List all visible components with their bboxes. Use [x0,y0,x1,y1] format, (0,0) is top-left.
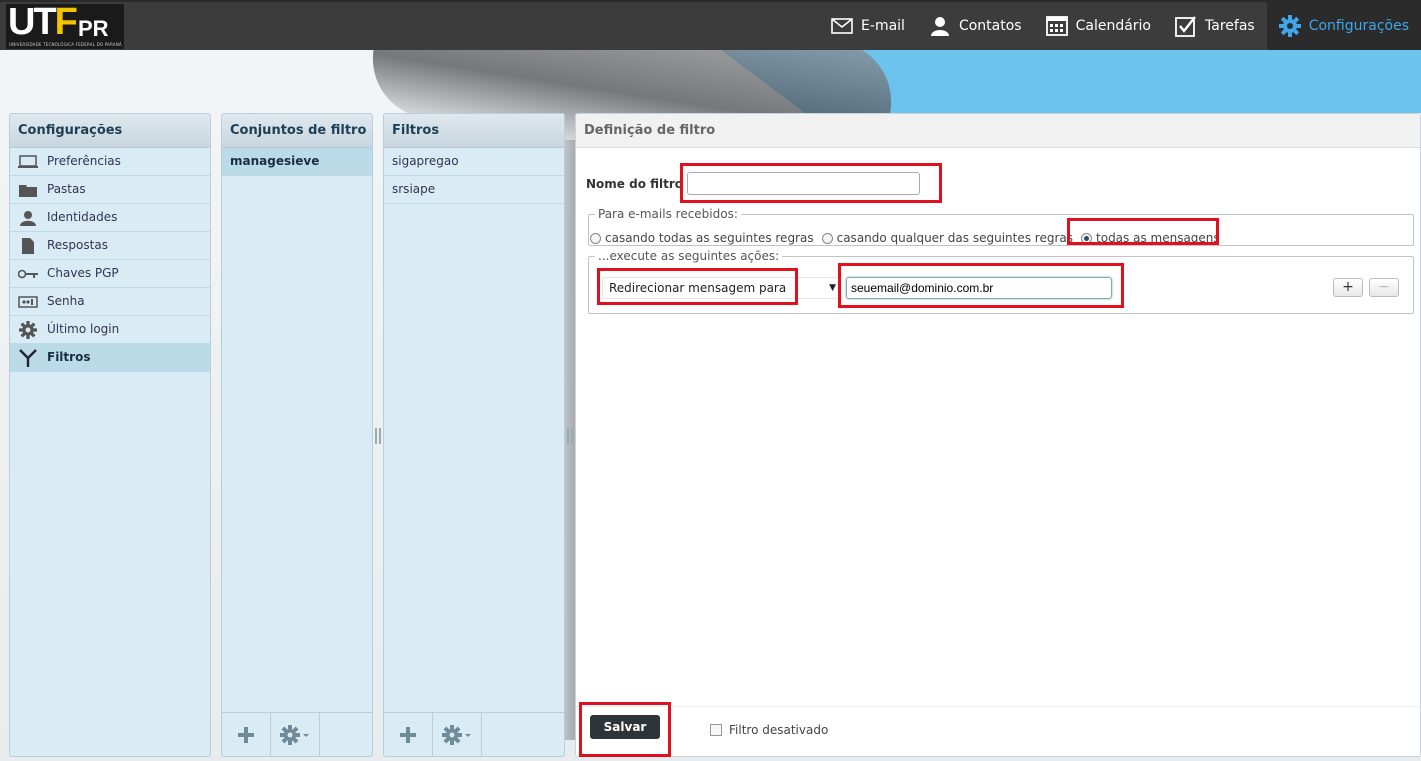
settings-item-respostas[interactable]: Respostas [10,232,210,260]
nav-email[interactable]: E-mail [819,2,917,50]
filter-form-footer: Salvar Filtro desativado [576,706,1420,756]
match-any-rules-radio[interactable]: casando qualquer das seguintes regras [821,231,1073,245]
envelope-icon [831,15,853,37]
filter-set-actions-button[interactable] [271,713,320,756]
document-icon [18,237,38,254]
actions-legend: ...execute as seguintes ações: [598,249,780,263]
logo-subtitle: UNIVERSIDADE TECNOLÓGICA FEDERAL DO PARA… [9,42,122,47]
folder-icon [18,182,38,198]
monitor-icon [18,154,38,170]
filter-icon [18,348,38,367]
panel-splitter[interactable] [375,428,381,444]
redirect-email-input[interactable] [846,277,1112,299]
remove-action-button[interactable]: − [1369,278,1399,297]
gear-icon [442,724,471,745]
add-filter-button[interactable] [384,713,433,756]
plus-icon [238,726,254,743]
chevron-down-icon: ▼ [829,283,836,293]
filter-definition-panel: Definição de filtro Nome do filtro Para … [575,113,1421,757]
filter-item[interactable]: srsiape [384,176,564,204]
match-all-rules-radio[interactable]: casando todas as seguintes regras [590,231,814,245]
match-options: casando todas as seguintes regras casand… [590,231,1228,245]
filters-footer [384,712,564,756]
person-icon [929,15,951,37]
settings-item-preferencias[interactable]: Preferências [10,148,210,176]
password-icon [18,294,38,310]
filter-sets-panel-title: Conjuntos de filtro [222,114,372,148]
filter-set-item[interactable]: managesieve [222,148,372,176]
gear-icon [280,724,309,745]
filter-name-input[interactable] [687,172,920,195]
settings-item-filtros[interactable]: Filtros [10,344,210,372]
settings-item-pastas[interactable]: Pastas [10,176,210,204]
action-select[interactable]: Redirecionar mensagem para ▼ [602,277,839,299]
save-button[interactable]: Salvar [590,715,660,739]
key-icon [18,266,38,282]
add-filter-set-button[interactable] [222,713,271,756]
gear-icon [1278,15,1301,37]
settings-item-chaves-pgp[interactable]: Chaves PGP [10,260,210,288]
filter-name-label: Nome do filtro [586,177,684,191]
filter-item[interactable]: sigapregao [384,148,564,176]
radio-dot [821,232,833,244]
nav-tarefas[interactable]: Tarefas [1163,2,1267,50]
panel-splitter[interactable] [567,428,573,444]
filter-actions-button[interactable] [433,713,482,756]
nav-contatos[interactable]: Contatos [917,2,1034,50]
match-all-messages-radio[interactable]: todas as mensagens [1081,231,1220,245]
settings-item-ultimo-login[interactable]: Último login [10,316,210,344]
plus-icon [400,726,416,743]
calendar-icon [1045,15,1068,37]
main-nav: E-mail Contatos Calendário Tarefas Confi… [819,2,1421,50]
filters-panel: Filtros sigapregao srsiape [383,113,565,757]
checkbox-box [710,724,722,736]
settings-item-senha[interactable]: Senha [10,288,210,316]
settings-panel-title: Configurações [10,114,210,148]
checkbox-icon [1175,15,1197,37]
filter-definition-title: Definição de filtro [576,114,1420,148]
settings-item-identidades[interactable]: Identidades [10,204,210,232]
add-action-button[interactable]: + [1333,278,1363,297]
utfpr-logo[interactable]: UTF PR UNIVERSIDADE TECNOLÓGICA FEDERAL … [6,1,124,49]
radio-dot [590,232,601,244]
filters-panel-title: Filtros [384,114,564,148]
radio-dot-selected [1081,232,1093,244]
settings-panel: Configurações Preferências Pastas Identi… [9,113,211,757]
filter-sets-panel: Conjuntos de filtro managesieve [221,113,373,757]
nav-calendario[interactable]: Calendário [1034,2,1163,50]
filter-disabled-checkbox[interactable]: Filtro desativado [710,723,828,737]
person-icon [18,210,38,226]
filter-sets-footer [222,712,372,756]
gear-icon [18,320,38,339]
top-bar: UTF PR UNIVERSIDADE TECNOLÓGICA FEDERAL … [0,0,1421,50]
incoming-rules-legend: Para e-mails recebidos: [598,207,738,221]
nav-configuracoes[interactable]: Configurações [1266,2,1421,50]
